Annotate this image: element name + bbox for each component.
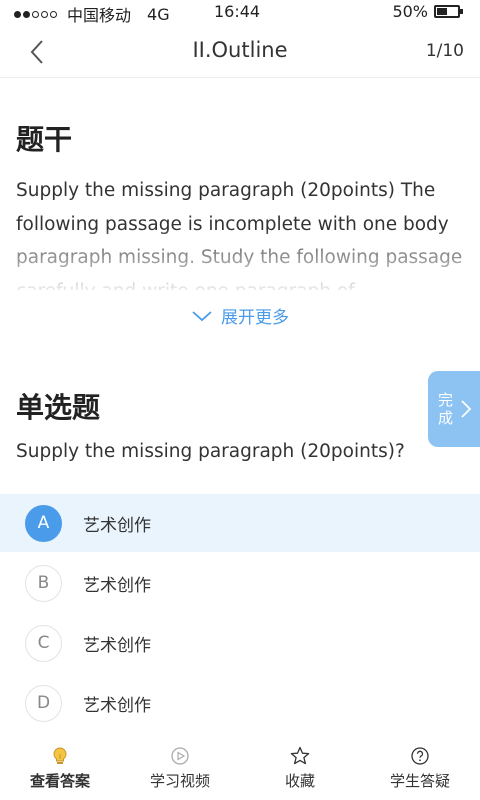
question-text: Supply the missing paragraph (20points)?: [16, 441, 405, 462]
tab-study-video[interactable]: 学习视频: [120, 742, 240, 800]
star-icon: [290, 746, 310, 765]
status-right: 50%: [392, 2, 463, 21]
option-letter: A: [25, 504, 62, 542]
expand-more-label: 展开更多: [221, 308, 289, 328]
tab-view-answer[interactable]: 查看答案: [0, 742, 120, 800]
carrier-name: 中国移动: [67, 6, 132, 25]
option-label: 艺术创作: [83, 695, 151, 716]
status-left: 中国移动 4G: [14, 2, 170, 26]
bottom-tab-bar: 查看答案 学习视频 收藏 学生答疑: [0, 742, 480, 800]
option-b[interactable]: B 艺术创作: [0, 554, 480, 612]
chevron-right-icon: [461, 400, 472, 418]
option-a[interactable]: A 艺术创作: [0, 494, 480, 552]
stem-heading: 题干: [16, 123, 73, 156]
tab-label: 查看答案: [29, 772, 90, 790]
tab-label: 收藏: [284, 772, 315, 790]
tab-label: 学习视频: [149, 772, 210, 790]
page-title: II.Outline: [192, 38, 288, 62]
option-c[interactable]: C 艺术创作: [0, 614, 480, 672]
done-button[interactable]: 完成: [428, 371, 480, 447]
signal-strength-icon: [14, 10, 57, 18]
tab-student-qa[interactable]: 学生答疑: [360, 742, 480, 800]
option-letter: C: [25, 624, 62, 662]
network-type: 4G: [147, 4, 170, 24]
tab-favorite[interactable]: 收藏: [240, 742, 360, 800]
status-bar: 中国移动 4G 16:44 50%: [0, 0, 480, 26]
option-label: 艺术创作: [83, 515, 151, 536]
page-indicator: 1/10: [425, 41, 464, 61]
option-letter: B: [25, 564, 62, 602]
done-label: 完成: [438, 391, 454, 427]
battery-percent: 50%: [392, 2, 428, 21]
option-label: 艺术创作: [83, 635, 151, 656]
lightbulb-icon: [53, 747, 67, 764]
option-d[interactable]: D 艺术创作: [0, 674, 480, 732]
nav-bar: II.Outline 1/10: [0, 26, 480, 78]
question-type-heading: 单选题: [16, 391, 101, 424]
battery-icon: [434, 5, 463, 18]
chevron-down-icon: [192, 310, 212, 321]
expand-more-button[interactable]: 展开更多: [0, 303, 480, 328]
option-label: 艺术创作: [83, 575, 151, 596]
option-letter: D: [25, 684, 62, 722]
question-circle-icon: [411, 747, 429, 765]
status-time: 16:44: [214, 2, 261, 21]
play-circle-icon: [171, 747, 189, 765]
tab-label: 学生答疑: [389, 772, 450, 790]
stem-fade-overlay: [0, 230, 480, 294]
